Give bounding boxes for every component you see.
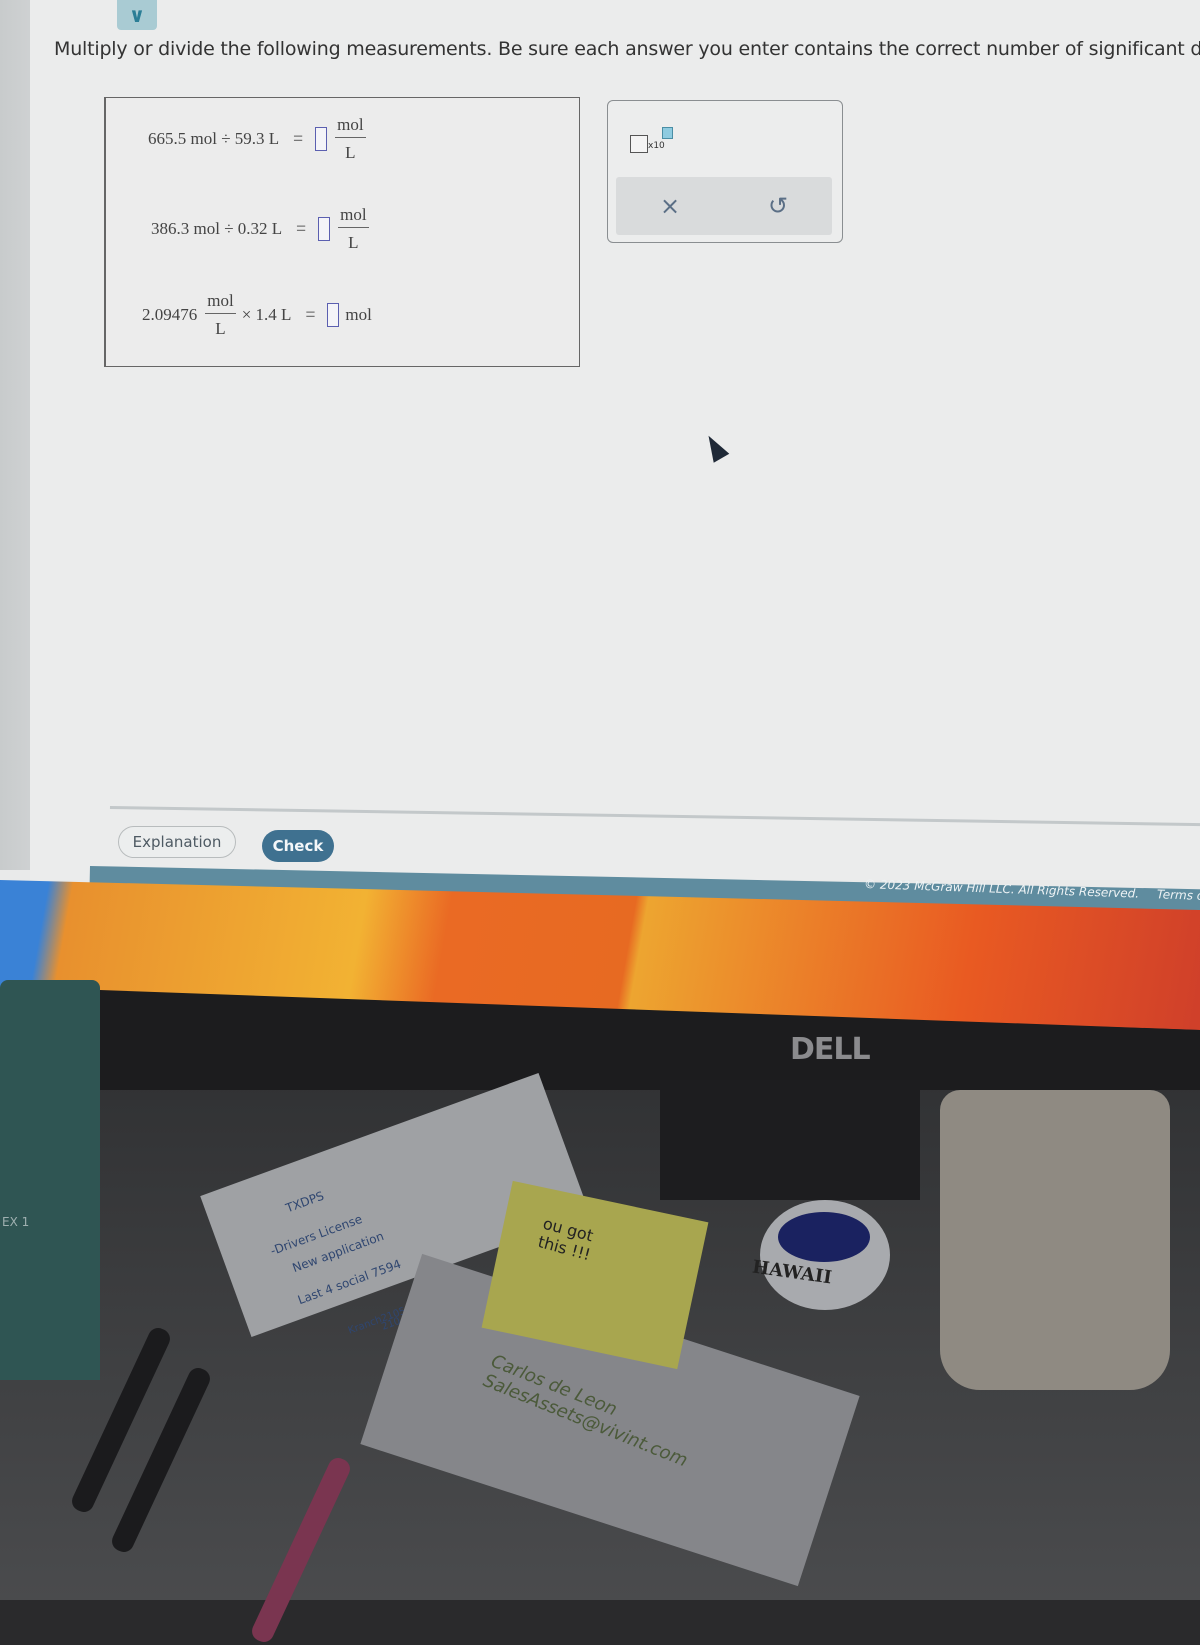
undo-icon[interactable]: ↺: [768, 192, 788, 220]
clear-icon[interactable]: ×: [660, 192, 680, 220]
unit-denominator: L: [348, 233, 359, 252]
tool-action-bar: × ↺: [616, 177, 832, 235]
math-tool-panel: x10 × ↺: [607, 100, 843, 243]
problem-box: 665.5 mol ÷ 59.3 L = mol L 386.3 mol ÷ 0…: [104, 97, 580, 367]
unit-denominator: L: [345, 143, 356, 162]
monitor-screen: ∨ Multiply or divide the following measu…: [0, 0, 1200, 936]
exponent-box-icon: [662, 127, 673, 139]
problem-row-1: 665.5 mol ÷ 59.3 L = mol L: [148, 116, 366, 161]
unit-denominator: L: [215, 319, 226, 338]
explanation-button[interactable]: Explanation: [118, 826, 236, 858]
x10-label: x10: [648, 141, 665, 151]
candle-wax: [778, 1212, 870, 1262]
answer-input-1[interactable]: [315, 126, 328, 151]
check-button[interactable]: Check: [262, 830, 334, 862]
monitor-brand-logo: DELL: [790, 1032, 871, 1067]
answer-input-2[interactable]: [318, 216, 331, 241]
unit-fraction: mol L: [335, 116, 366, 162]
storage-box: EX 1: [0, 980, 100, 1380]
coefficient: 2.09476: [142, 304, 198, 324]
box-label: EX 1: [2, 1215, 30, 1229]
towel-bag: [940, 1090, 1170, 1390]
problem-row-2: 386.3 mol ÷ 0.32 L = mol L: [151, 206, 369, 251]
equals-sign: =: [305, 304, 316, 324]
base-box-icon: [630, 135, 648, 153]
operation: × 1.4 L: [241, 304, 292, 324]
collapse-toggle-button[interactable]: ∨: [117, 0, 157, 30]
chevron-down-icon: ∨: [128, 3, 146, 27]
coefficient-unit-fraction: mol L: [205, 292, 236, 338]
equals-sign: =: [296, 218, 307, 238]
problem-expression: 665.5 mol ÷ 59.3 L: [148, 128, 280, 148]
scientific-notation-button[interactable]: x10: [630, 127, 680, 157]
equals-sign: =: [293, 128, 304, 148]
problem-expression: 386.3 mol ÷ 0.32 L: [151, 218, 283, 238]
problem-row-3: 2.09476 mol L × 1.4 L = mol: [142, 292, 372, 337]
unit-numerator: mol: [335, 116, 366, 138]
unit-fraction: mol L: [338, 206, 369, 252]
unit-numerator: mol: [338, 206, 369, 228]
monitor-stand: [660, 1080, 920, 1200]
answer-unit: mol: [345, 304, 372, 324]
problem-instructions: Multiply or divide the following measure…: [54, 38, 1200, 60]
unit-numerator: mol: [205, 292, 236, 314]
terms-link[interactable]: Terms o: [1157, 887, 1200, 903]
answer-input-3[interactable]: [327, 302, 340, 327]
